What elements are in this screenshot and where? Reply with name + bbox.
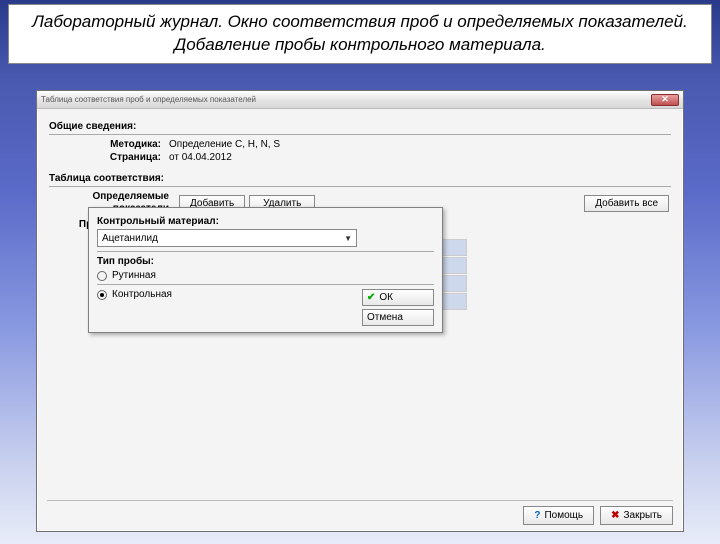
slide-title: Лабораторный журнал. Окно соответствия п…: [8, 4, 712, 64]
window-titlebar[interactable]: Таблица соответствия проб и определяемых…: [37, 91, 683, 109]
method-key: Методика:: [49, 139, 169, 150]
help-label: Помощь: [544, 510, 583, 521]
chevron-down-icon: ▼: [344, 234, 352, 243]
ok-label: ОК: [379, 292, 393, 303]
window-title: Таблица соответствия проб и определяемых…: [41, 95, 256, 104]
add-sample-dialog: Контрольный материал: Ацетанилид ▼ Тип п…: [88, 207, 443, 333]
method-value: Определение C, H, N, S: [169, 139, 280, 150]
radio-control[interactable]: [97, 290, 107, 300]
cancel-button[interactable]: Отмена: [362, 309, 434, 326]
slide-title-bold: Лабораторный журнал.: [32, 12, 223, 31]
ok-button[interactable]: ✔ ОК: [362, 289, 434, 306]
material-select[interactable]: Ацетанилид ▼: [97, 229, 357, 247]
close-icon[interactable]: ✕: [651, 94, 679, 106]
close-label: Закрыть: [623, 510, 662, 521]
slide-title-rest: Окно соответствия проб и определяемых по…: [174, 12, 688, 54]
help-icon: ?: [534, 510, 540, 521]
material-value: Ацетанилид: [102, 233, 158, 244]
help-button[interactable]: ? Помощь: [523, 506, 594, 525]
radio-routine-label: Рутинная: [112, 270, 156, 281]
check-icon: ✔: [367, 292, 375, 303]
table-section-label: Таблица соответствия:: [49, 173, 671, 184]
radio-routine-row[interactable]: Рутинная: [97, 270, 434, 281]
radio-routine[interactable]: [97, 271, 107, 281]
footer-divider: [47, 500, 673, 501]
add-all-button[interactable]: Добавить все: [584, 195, 669, 212]
general-section-label: Общие сведения:: [49, 121, 671, 132]
close-button[interactable]: ✖ Закрыть: [600, 506, 673, 525]
cancel-label: Отмена: [367, 312, 403, 323]
footer-bar: ? Помощь ✖ Закрыть: [523, 506, 673, 525]
radio-control-label: Контрольная: [112, 289, 172, 300]
divider: [97, 251, 434, 252]
page-key: Страница:: [49, 152, 169, 163]
divider: [49, 186, 671, 187]
material-label: Контрольный материал:: [97, 216, 434, 227]
divider: [49, 134, 671, 135]
divider: [97, 284, 434, 285]
page-value: от 04.04.2012: [169, 152, 232, 163]
x-icon: ✖: [611, 510, 619, 521]
sample-type-label: Тип пробы:: [97, 256, 434, 267]
